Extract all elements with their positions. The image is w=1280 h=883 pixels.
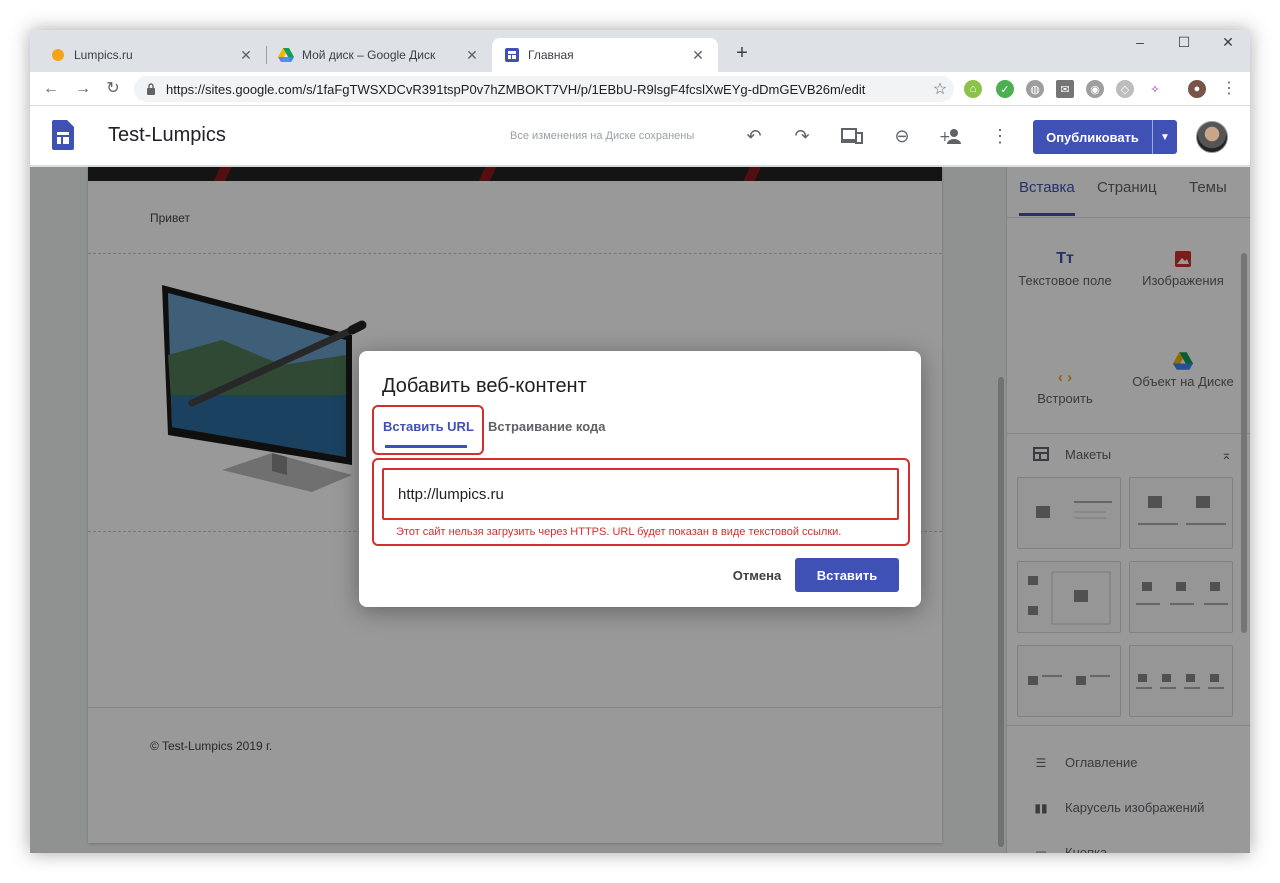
insert-button[interactable]: Вставить [795,558,899,592]
tab-title: Главная [528,48,574,62]
tab-embed-code[interactable]: Встраивание кода [488,419,605,434]
bookmark-star-icon[interactable]: ☆ [926,79,954,99]
tab-close-icon[interactable]: ✕ [464,47,480,64]
forward-icon[interactable]: → [72,78,94,100]
tab-lumpics[interactable]: Lumpics.ru ✕ [38,38,266,72]
lock-icon [146,83,156,95]
site-title[interactable]: Test-Lumpics [108,124,226,147]
close-window-icon[interactable]: ✕ [1208,34,1248,51]
extension-home-icon[interactable]: ⌂ [964,80,982,98]
error-message: Этот сайт нельзя загрузить через HTTPS. … [396,526,842,538]
tab-title: Lumpics.ru [74,48,133,62]
reload-icon[interactable]: ↻ [102,78,124,100]
extension-mail-icon[interactable]: ✉ [1056,80,1074,98]
undo-icon[interactable]: ↶ [742,124,766,148]
more-options-icon[interactable]: ⋮ [988,124,1012,148]
publish-label: Опубликовать [1033,120,1153,154]
address-bar[interactable]: https://sites.google.com/s/1faFgTWSXDCvR… [134,76,954,102]
save-status: Все изменения на Диске сохранены [510,130,695,142]
extension-shield-icon[interactable]: ✓ [996,80,1014,98]
sites-header: Test-Lumpics Все изменения на Диске сохр… [30,106,1250,166]
google-drive-favicon [278,47,294,63]
back-icon[interactable]: ← [40,78,62,100]
chevron-down-icon[interactable]: ▼ [1153,120,1177,154]
dialog-title: Добавить веб-контент [382,375,587,397]
publish-button[interactable]: Опубликовать ▼ [1033,120,1177,154]
tab-close-icon[interactable]: ✕ [690,47,706,64]
tab-title: Мой диск – Google Диск [302,48,436,62]
extension-shield-outline-icon[interactable]: ◇ [1116,80,1134,98]
redo-icon[interactable]: ↷ [790,124,814,148]
tab-strip: Lumpics.ru ✕ Мой диск – Google Диск ✕ Гл… [30,30,1250,72]
user-avatar[interactable] [1196,121,1228,153]
share-add-person-icon[interactable]: + [938,124,962,148]
browser-toolbar: ← → ↻ https://sites.google.com/s/1faFgTW… [30,72,1250,106]
tab-google-drive[interactable]: Мой диск – Google Диск ✕ [266,38,492,72]
browser-menu-icon[interactable]: ⋮ [1218,78,1240,100]
url-text: https://sites.google.com/s/1faFgTWSXDCvR… [166,81,866,97]
add-web-content-dialog: Добавить веб-контент Вставить URL Встраи… [359,351,921,607]
url-input[interactable]: http://lumpics.ru [382,468,899,520]
extension-eye-icon[interactable]: ◉ [1086,80,1104,98]
tab-close-icon[interactable]: ✕ [238,47,254,64]
new-tab-icon[interactable]: + [730,42,754,65]
google-sites-logo-icon [52,120,74,150]
maximize-icon[interactable]: ☐ [1164,34,1204,51]
highlight-box-tab [372,405,484,455]
extension-puzzle-icon[interactable]: ✧ [1146,80,1164,98]
tab-glavnaya[interactable]: Главная ✕ [492,38,718,72]
google-sites-favicon [504,47,520,63]
extension-globe-icon[interactable]: ◍ [1026,80,1044,98]
link-icon[interactable]: ⊖ [890,124,914,148]
lumpics-favicon [50,47,66,63]
profile-avatar-icon[interactable]: ● [1188,80,1206,98]
minimize-icon[interactable]: – [1120,34,1160,50]
cancel-button[interactable]: Отмена [715,559,799,591]
preview-devices-icon[interactable] [840,124,864,148]
